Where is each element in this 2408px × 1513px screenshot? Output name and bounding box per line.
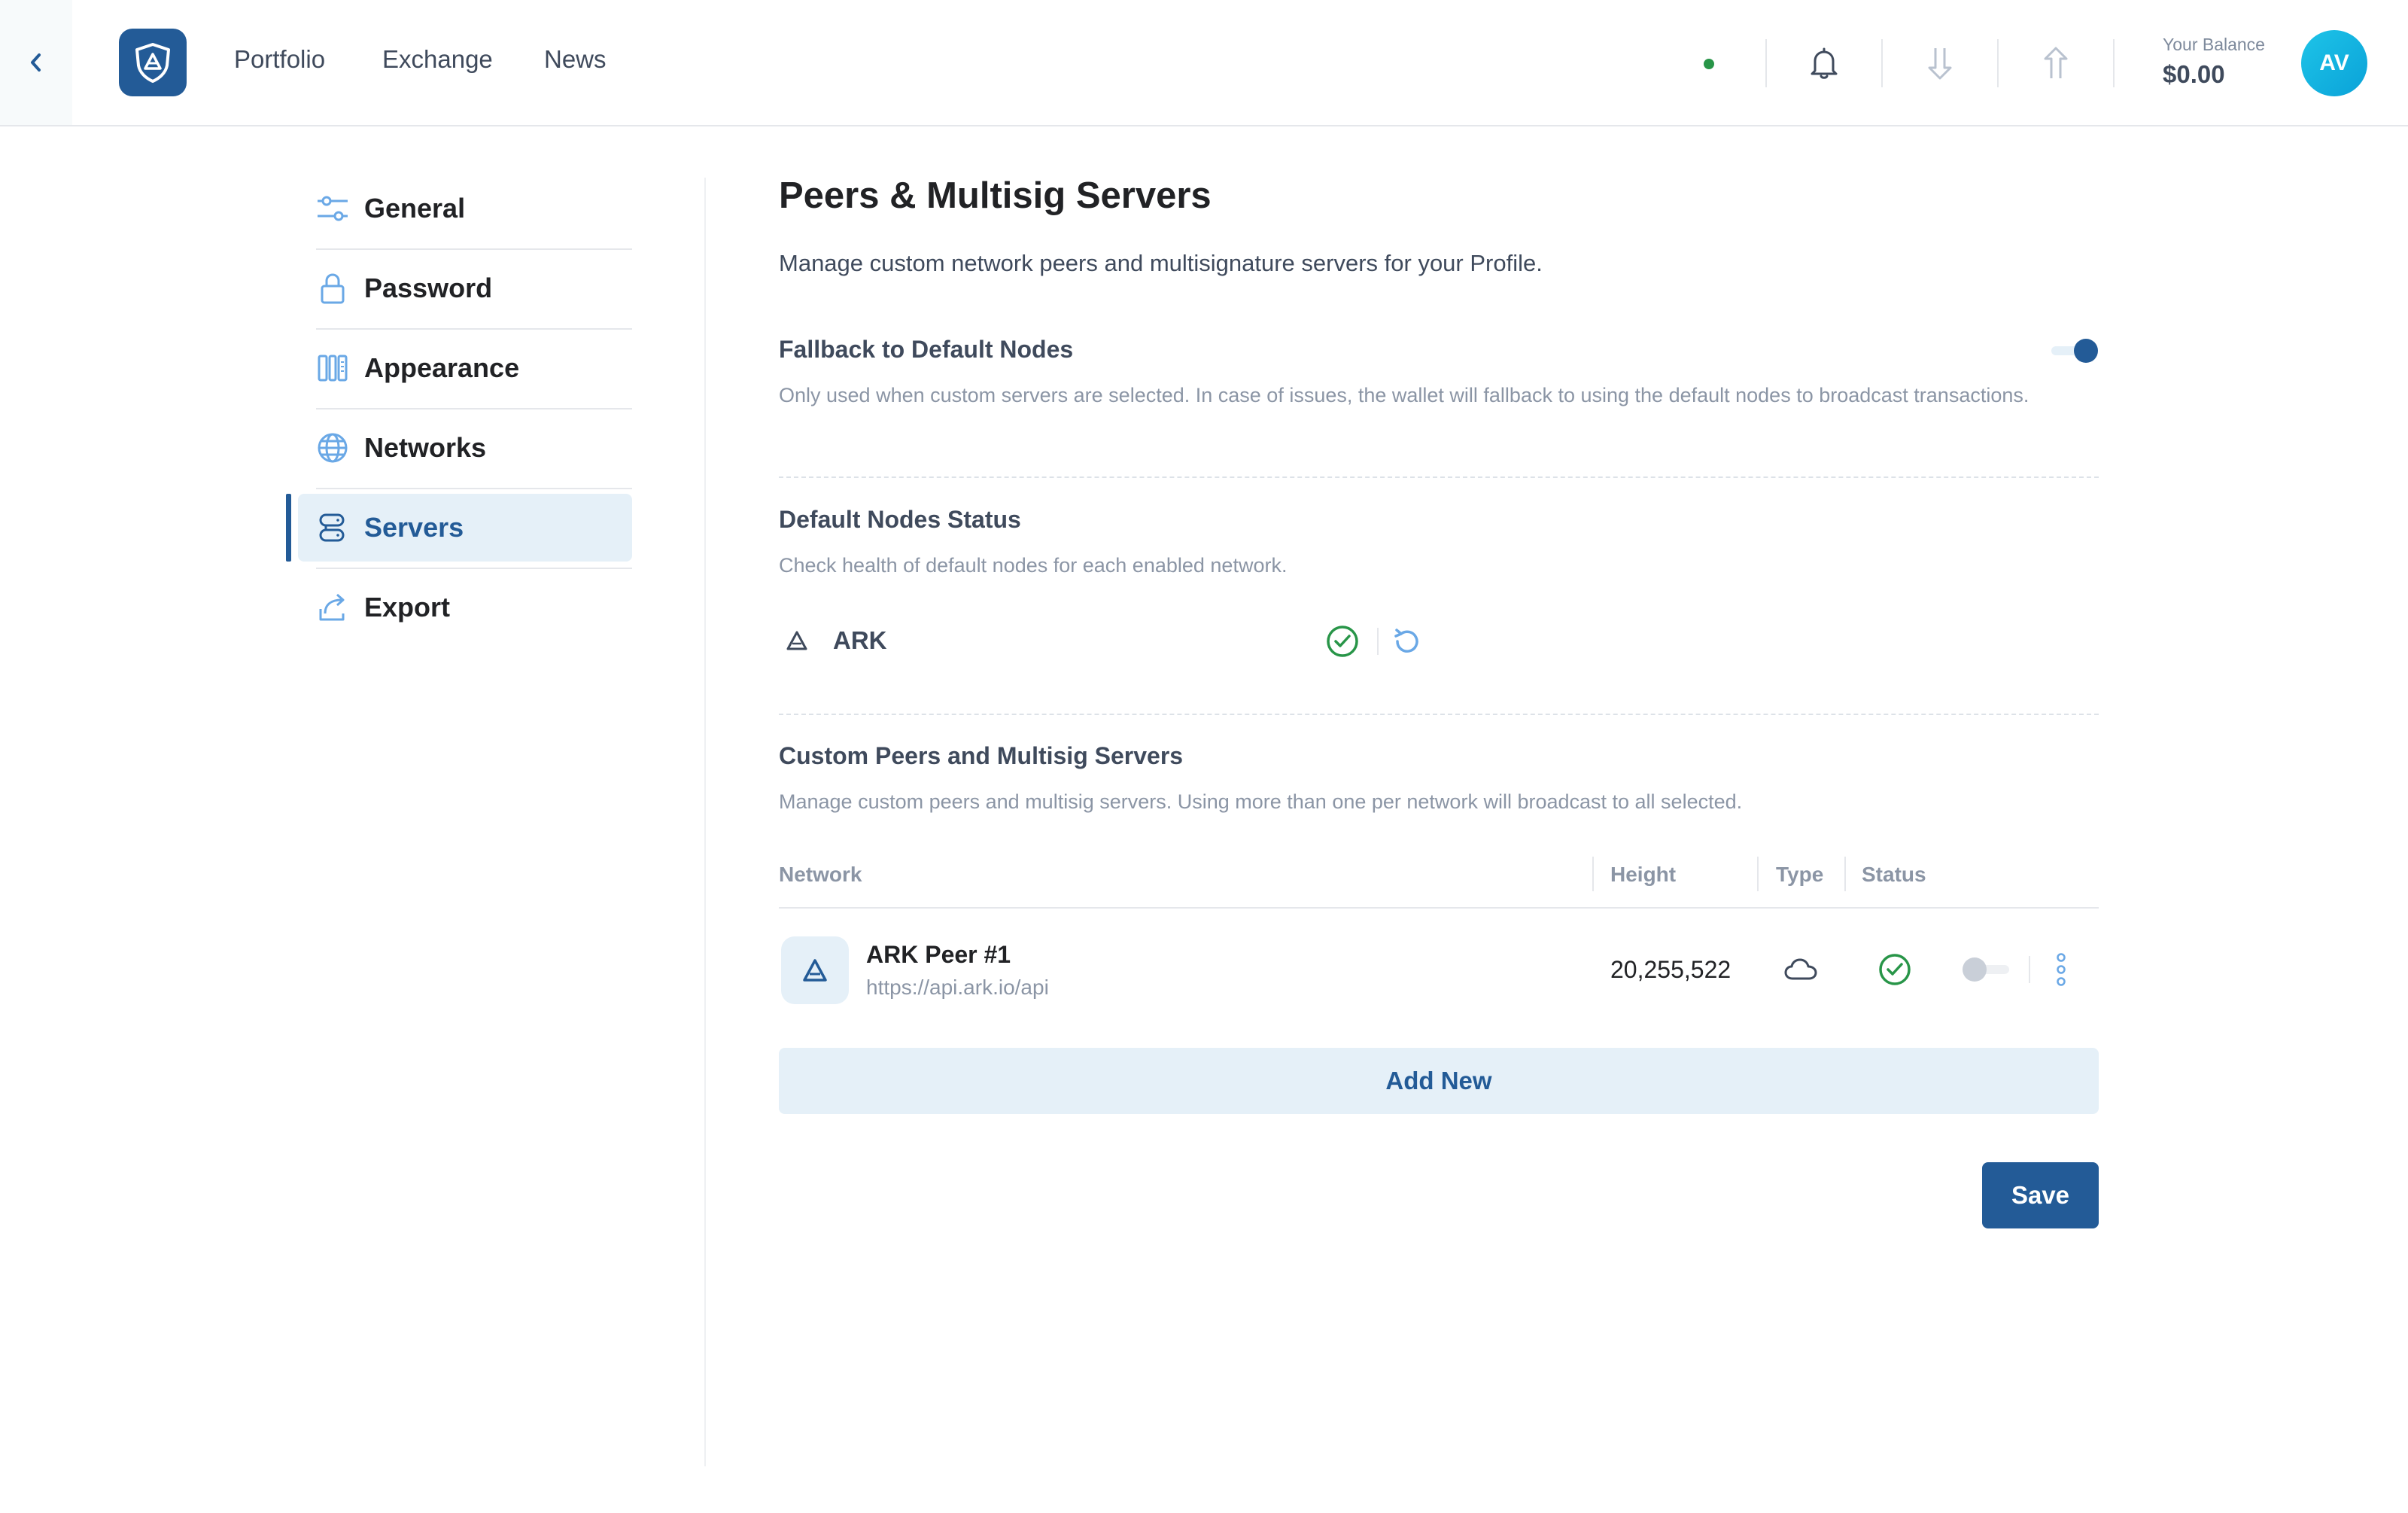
top-navbar: Portfolio Exchange News Your Balance $0.… [0, 0, 2408, 126]
globe-icon [316, 431, 349, 464]
fallback-description: Only used when custom servers are select… [779, 384, 2029, 406]
section-divider [779, 476, 2099, 478]
page-title: Peers & Multisig Servers [779, 175, 1212, 216]
nav-news[interactable]: News [544, 45, 607, 74]
check-circle-icon [1327, 626, 1358, 657]
check-circle-icon [1879, 954, 1911, 985]
avatar-initials: AV [2319, 50, 2349, 75]
sliders-icon [316, 192, 349, 225]
table-header-border [779, 907, 2099, 909]
cloud-icon [1784, 958, 1817, 980]
divider [316, 328, 632, 330]
divider [1592, 857, 1594, 891]
divider [1757, 857, 1759, 891]
default-node-network: ARK [833, 626, 887, 654]
refresh-icon [1394, 629, 1418, 653]
export-icon [316, 591, 349, 624]
sidebar-item-label: Password [364, 272, 493, 303]
arrow-down-icon [1928, 48, 1952, 80]
row-options-button[interactable] [2050, 950, 2072, 989]
peer-name: ARK Peer #1 [866, 941, 1011, 968]
nav-exchange[interactable]: Exchange [382, 45, 493, 74]
default-nodes-title: Default Nodes Status [779, 506, 1021, 533]
divider [1997, 39, 1999, 87]
lock-icon [316, 272, 349, 305]
sidebar-item-general[interactable]: General [316, 175, 632, 242]
server-icon [316, 511, 349, 544]
sidebar-item-appearance[interactable]: Appearance [316, 334, 632, 402]
column-header-status: Status [1862, 863, 1926, 886]
divider [1881, 39, 1883, 87]
divider [1844, 857, 1846, 891]
custom-peers-description: Manage custom peers and multisig servers… [779, 790, 1743, 813]
app-logo[interactable] [119, 29, 187, 96]
sidebar-item-networks[interactable]: Networks [316, 414, 632, 482]
sidebar-item-label: Appearance [364, 352, 520, 383]
divider [316, 568, 632, 569]
column-header-type: Type [1776, 863, 1824, 886]
divider [1765, 39, 1767, 87]
notifications-button[interactable] [1806, 45, 1842, 81]
sidebar-item-label: Networks [364, 432, 487, 463]
divider [316, 248, 632, 250]
peer-enable-toggle[interactable] [1961, 953, 2014, 986]
sidebar-item-password[interactable]: Password [316, 254, 632, 322]
nav-portfolio[interactable]: Portfolio [234, 45, 325, 74]
divider [316, 408, 632, 409]
custom-peers-title: Custom Peers and Multisig Servers [779, 742, 1184, 769]
balance-label: Your Balance [2163, 35, 2265, 54]
peer-network-logo [781, 936, 849, 1004]
divider [1377, 628, 1379, 655]
arrow-up-icon [2044, 47, 2068, 78]
column-header-height: Height [1610, 863, 1677, 886]
divider [2113, 39, 2115, 87]
fallback-title: Fallback to Default Nodes [779, 336, 1074, 363]
page-subtitle: Manage custom network peers and multisig… [779, 250, 1543, 276]
balance-value: $0.00 [2163, 60, 2225, 88]
sidebar-item-label: Export [364, 592, 451, 623]
active-indicator [286, 494, 291, 562]
avatar[interactable]: AV [2301, 30, 2367, 96]
toggle-knob [1963, 957, 1987, 982]
divider [316, 488, 632, 489]
appearance-icon [316, 352, 349, 385]
send-button[interactable] [2038, 45, 2074, 81]
sidebar-item-label: Servers [364, 512, 464, 543]
ark-network-icon [786, 631, 807, 650]
section-divider [779, 714, 2099, 715]
ark-shield-icon [135, 43, 170, 83]
column-header-network: Network [779, 863, 862, 886]
add-new-button[interactable]: Add New [779, 1048, 2099, 1114]
toggle-knob [2074, 339, 2098, 363]
connection-status-dot [1704, 59, 1714, 69]
ark-network-icon [803, 959, 827, 982]
peer-url: https://api.ark.io/api [866, 976, 1049, 999]
content-divider [704, 178, 706, 1466]
back-button[interactable] [0, 0, 72, 125]
peer-height: 20,255,522 [1610, 956, 1732, 983]
default-nodes-description: Check health of default nodes for each e… [779, 554, 1288, 577]
refresh-node-button[interactable] [1391, 625, 1424, 658]
sidebar-item-export[interactable]: Export [316, 574, 632, 641]
sidebar-item-servers[interactable]: Servers [298, 494, 632, 562]
bell-icon [1811, 47, 1838, 79]
receive-button[interactable] [1922, 45, 1958, 81]
divider [2029, 956, 2030, 983]
chevron-left-icon [31, 53, 41, 72]
more-vertical-icon [2057, 953, 2066, 986]
sidebar-item-label: General [364, 193, 466, 224]
save-button[interactable]: Save [1982, 1162, 2099, 1228]
fallback-toggle[interactable] [2051, 334, 2104, 367]
